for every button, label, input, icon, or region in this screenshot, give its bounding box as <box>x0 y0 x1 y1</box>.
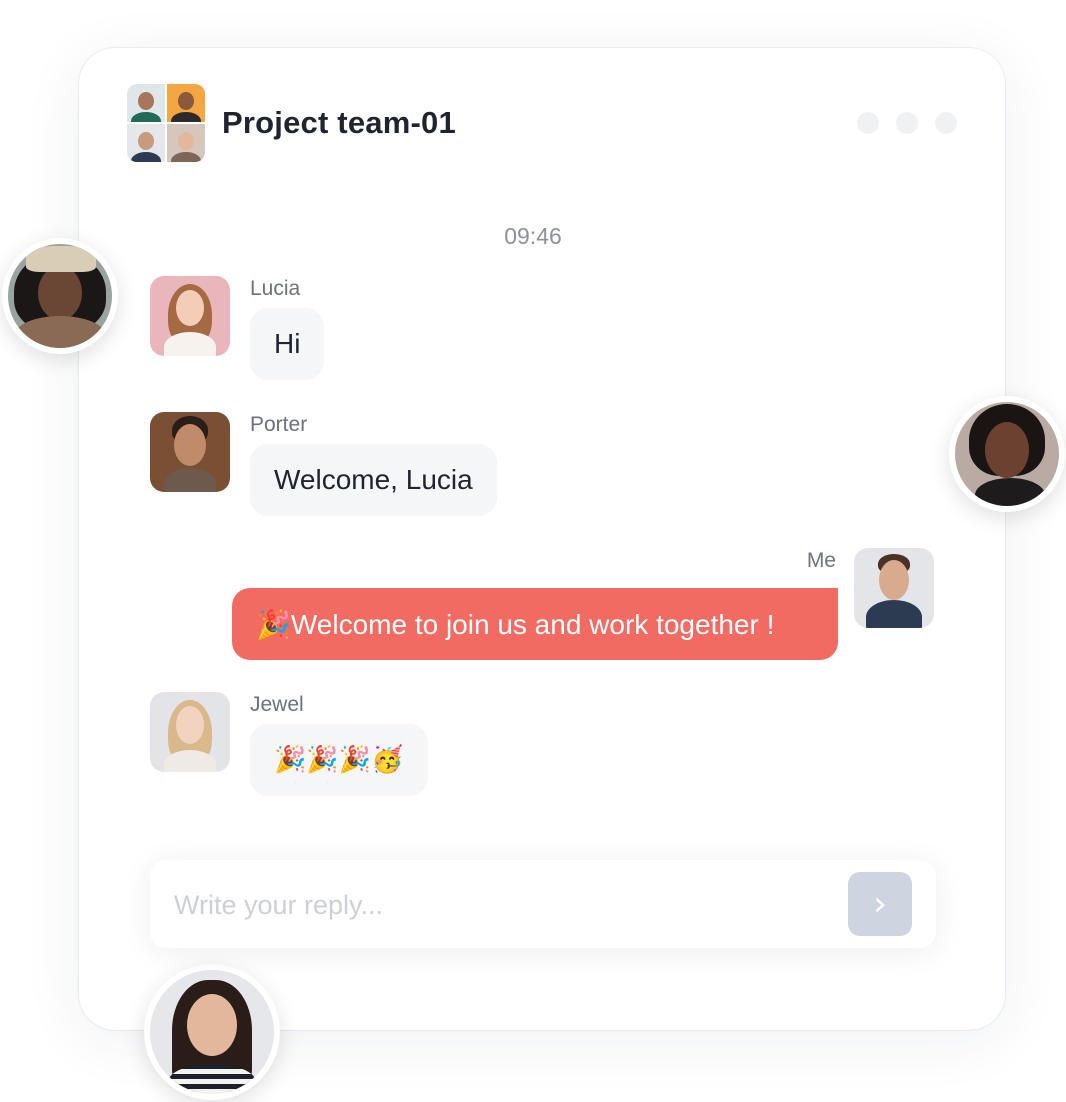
message-bubble: Welcome, Lucia <box>250 444 497 516</box>
avatar-me <box>854 548 934 628</box>
message-bubble-own: 🎉Welcome to join us and work together ! <box>232 588 838 660</box>
group-member-avatar <box>167 124 205 162</box>
message-bubble: 🎉🎉🎉🥳 <box>250 724 428 796</box>
sender-name: Lucia <box>250 277 301 300</box>
group-member-avatar <box>127 124 165 162</box>
dot-icon <box>896 112 918 134</box>
sender-name: Jewel <box>250 693 304 716</box>
floating-member-avatar <box>2 238 118 354</box>
dot-icon <box>857 112 879 134</box>
message-text: 🎉Welcome to join us and work together ! <box>256 608 775 640</box>
group-member-avatar <box>167 84 205 122</box>
floating-member-avatar <box>144 964 280 1100</box>
avatar-porter <box>150 412 230 492</box>
group-avatar <box>127 84 205 162</box>
sender-name: Porter <box>250 413 308 436</box>
avatar-jewel <box>150 692 230 772</box>
avatar-lucia <box>150 276 230 356</box>
chevron-right-icon: › <box>873 884 887 924</box>
reply-input[interactable] <box>172 882 826 928</box>
send-button[interactable]: › <box>848 872 912 936</box>
dot-icon <box>935 112 957 134</box>
group-member-avatar <box>127 84 165 122</box>
chat-title: Project team-01 <box>222 105 456 140</box>
more-options-button[interactable] <box>857 112 957 134</box>
message-bubble: Hi <box>250 308 325 380</box>
floating-member-avatar <box>949 396 1065 512</box>
message-timestamp: 09:46 <box>504 223 562 249</box>
sender-name: Me <box>806 549 836 572</box>
reply-composer: › <box>150 860 936 948</box>
